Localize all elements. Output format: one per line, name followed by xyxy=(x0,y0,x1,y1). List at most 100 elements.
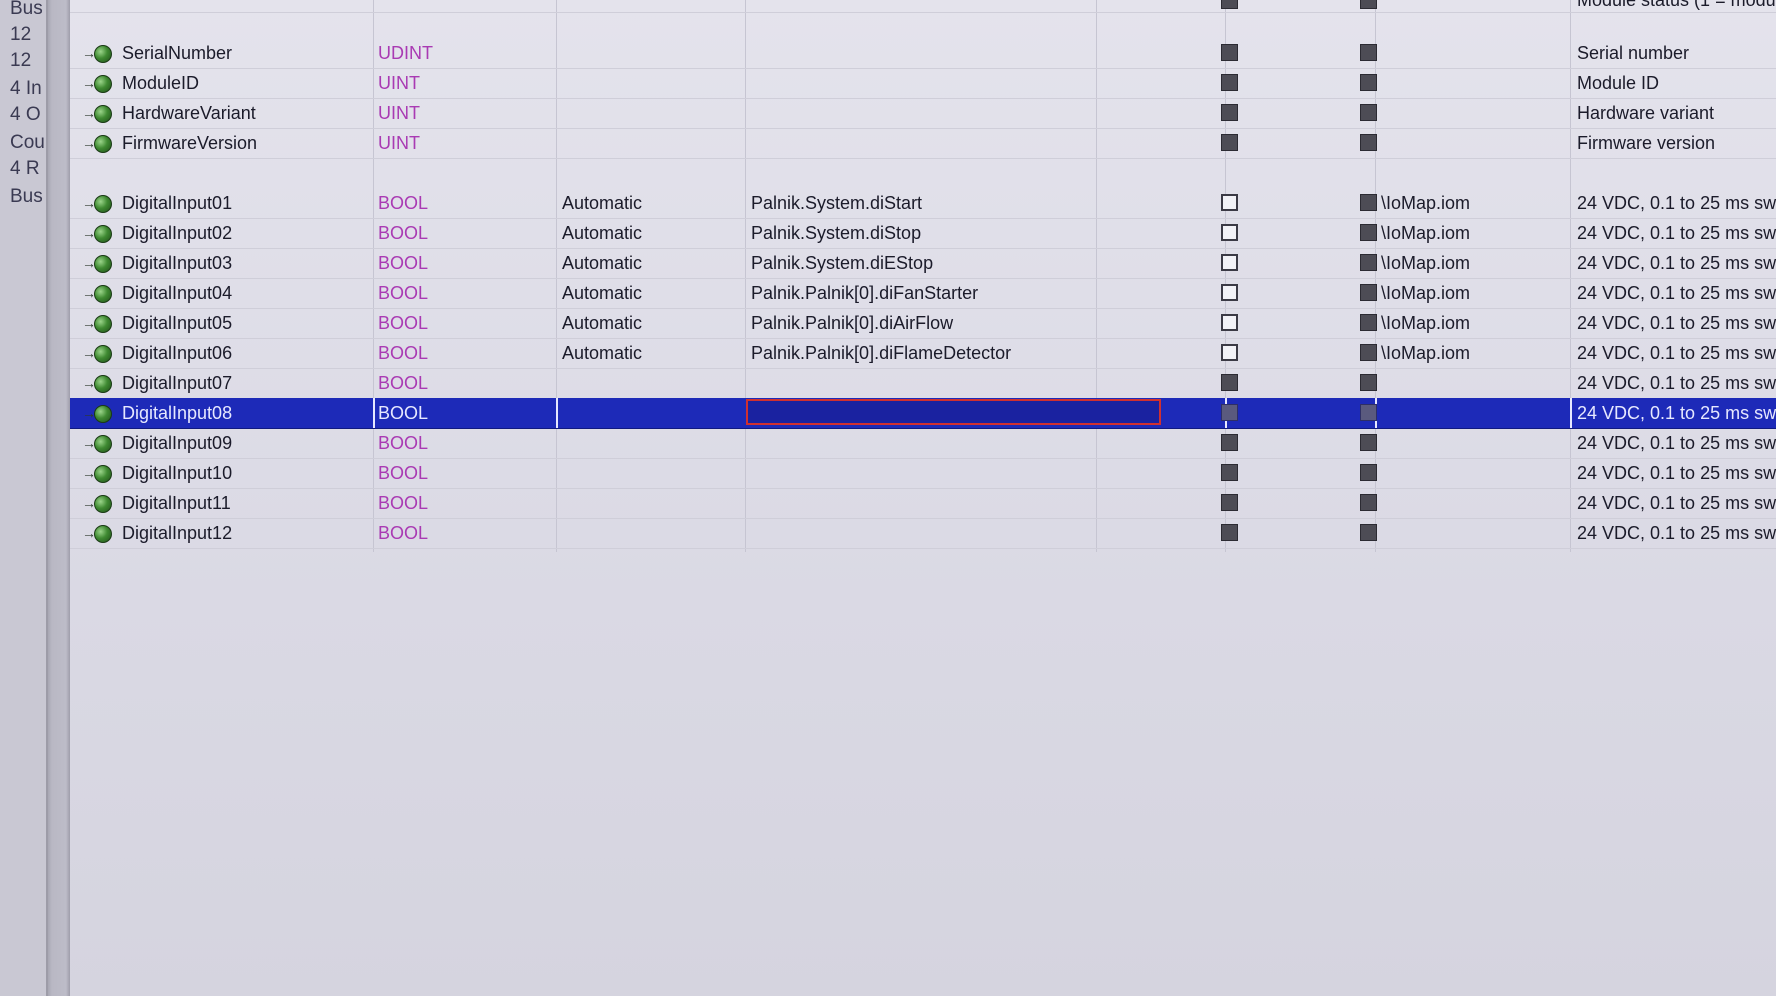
description-cell[interactable]: 24 VDC, 0.1 to 25 ms switc xyxy=(1577,248,1776,278)
tree-label[interactable]: 4 R xyxy=(10,158,40,180)
process-variable-cell[interactable] xyxy=(751,128,1091,158)
checkbox-force[interactable] xyxy=(1360,314,1377,331)
iomap-file-cell[interactable]: \IoMap.iom xyxy=(1381,248,1551,278)
mapping-mode-cell[interactable] xyxy=(562,68,727,98)
process-variable-cell[interactable] xyxy=(751,398,1091,428)
process-variable-cell[interactable] xyxy=(751,38,1091,68)
datatype-cell[interactable]: UINT xyxy=(378,128,528,158)
mapping-mode-cell[interactable] xyxy=(562,38,727,68)
tree-label[interactable]: Cou xyxy=(10,132,45,154)
process-variable-cell[interactable] xyxy=(751,98,1091,128)
channel-name-cell[interactable]: DigitalInput09 xyxy=(122,428,372,458)
channel-name-cell[interactable]: DigitalInput03 xyxy=(122,248,372,278)
description-cell[interactable]: 24 VDC, 0.1 to 25 ms switc xyxy=(1577,278,1776,308)
tree-label[interactable]: 4 In xyxy=(10,78,42,100)
datatype-cell[interactable]: BOOL xyxy=(378,308,528,338)
checkbox-force[interactable] xyxy=(1360,224,1377,241)
iomap-file-cell[interactable]: \IoMap.iom xyxy=(1381,278,1551,308)
checkbox-force[interactable] xyxy=(1360,434,1377,451)
description-cell[interactable]: Hardware variant xyxy=(1577,98,1776,128)
iomap-file-cell[interactable] xyxy=(1381,368,1551,398)
checkbox-force[interactable] xyxy=(1360,524,1377,541)
iomap-file-cell[interactable] xyxy=(1381,518,1551,548)
checkbox-simulate[interactable] xyxy=(1221,0,1238,9)
iomap-file-cell[interactable] xyxy=(1381,428,1551,458)
table-row[interactable]: → ModuleID UINT Module ID xyxy=(70,68,1776,99)
checkbox-simulate[interactable] xyxy=(1221,44,1238,61)
checkbox-simulate[interactable] xyxy=(1221,374,1238,391)
iomap-file-cell[interactable] xyxy=(1381,458,1551,488)
process-variable-cell[interactable] xyxy=(751,518,1091,548)
tree-label[interactable]: 12 xyxy=(10,24,31,46)
datatype-cell[interactable]: BOOL xyxy=(378,488,528,518)
checkbox-simulate[interactable] xyxy=(1221,194,1238,211)
checkbox-force[interactable] xyxy=(1360,404,1377,421)
datatype-cell[interactable]: BOOL xyxy=(378,218,528,248)
mapping-mode-cell[interactable] xyxy=(562,518,727,548)
iomap-file-cell[interactable]: \IoMap.iom xyxy=(1381,338,1551,368)
description-cell[interactable]: 24 VDC, 0.1 to 25 ms switc xyxy=(1577,488,1776,518)
channel-name-cell[interactable]: DigitalInput01 xyxy=(122,188,372,218)
channel-name-cell[interactable]: HardwareVariant xyxy=(122,98,372,128)
channel-name-cell[interactable]: DigitalInput07 xyxy=(122,368,372,398)
table-row[interactable]: → DigitalInput01 BOOL Automatic Palnik.Syste… xyxy=(70,188,1776,219)
checkbox-force[interactable] xyxy=(1360,344,1377,361)
iomap-file-cell[interactable]: \IoMap.iom xyxy=(1381,308,1551,338)
table-row[interactable]: → DigitalInput08 BOOL 24 VDC, 0.1 to 25 ms … xyxy=(70,398,1776,429)
channel-name-cell[interactable]: DigitalInput08 xyxy=(122,398,372,428)
process-variable-cell[interactable] xyxy=(751,368,1091,398)
channel-name-cell[interactable]: DigitalInput06 xyxy=(122,338,372,368)
mapping-mode-cell[interactable]: Automatic xyxy=(562,278,727,308)
process-variable-cell[interactable]: Palnik.System.diStop xyxy=(751,218,1091,248)
iomap-file-cell[interactable] xyxy=(1381,128,1551,158)
description-cell[interactable]: 24 VDC, 0.1 to 25 ms switc xyxy=(1577,458,1776,488)
process-variable-cell[interactable]: Palnik.Palnik[0].diAirFlow xyxy=(751,308,1091,338)
datatype-cell[interactable]: BOOL xyxy=(378,518,528,548)
table-row[interactable]: → HardwareVariant UINT Hardware variant xyxy=(70,98,1776,129)
checkbox-force[interactable] xyxy=(1360,44,1377,61)
checkbox-simulate[interactable] xyxy=(1221,404,1238,421)
process-variable-cell[interactable] xyxy=(751,68,1091,98)
mapping-mode-cell[interactable] xyxy=(562,368,727,398)
checkbox-simulate[interactable] xyxy=(1221,494,1238,511)
description-cell[interactable]: Firmware version xyxy=(1577,128,1776,158)
checkbox-force[interactable] xyxy=(1360,134,1377,151)
checkbox-force[interactable] xyxy=(1360,104,1377,121)
checkbox-force[interactable] xyxy=(1360,464,1377,481)
iomap-file-cell[interactable]: \IoMap.iom xyxy=(1381,218,1551,248)
table-row[interactable]: → DigitalInput02 BOOL Automatic Palnik.Syste… xyxy=(70,218,1776,249)
datatype-cell[interactable]: BOOL xyxy=(378,398,528,428)
mapping-mode-cell[interactable] xyxy=(562,458,727,488)
datatype-cell[interactable]: BOOL xyxy=(378,458,528,488)
checkbox-force[interactable] xyxy=(1360,74,1377,91)
description-cell[interactable]: 24 VDC, 0.1 to 25 ms switc xyxy=(1577,518,1776,548)
datatype-cell[interactable]: BOOL xyxy=(378,368,528,398)
channel-name-cell[interactable]: DigitalInput04 xyxy=(122,278,372,308)
checkbox-simulate[interactable] xyxy=(1221,224,1238,241)
checkbox-simulate[interactable] xyxy=(1221,254,1238,271)
process-variable-cell[interactable] xyxy=(751,458,1091,488)
process-variable-cell[interactable]: Palnik.System.diStart xyxy=(751,188,1091,218)
iomap-file-cell[interactable]: \IoMap.iom xyxy=(1381,188,1551,218)
table-row[interactable]: → DigitalInput11 BOOL 24 VDC, 0.1 to 25 ms … xyxy=(70,488,1776,519)
checkbox-simulate[interactable] xyxy=(1221,464,1238,481)
mapping-mode-cell[interactable]: Automatic xyxy=(562,338,727,368)
mapping-mode-cell[interactable]: Automatic xyxy=(562,248,727,278)
tree-label[interactable]: Bus xyxy=(10,0,43,20)
process-variable-cell[interactable]: Palnik.Palnik[0].diFlameDetector xyxy=(751,338,1091,368)
iomap-file-cell[interactable] xyxy=(1381,488,1551,518)
table-row[interactable]: → FirmwareVersion UINT Firmware version xyxy=(70,128,1776,159)
description-cell[interactable]: 24 VDC, 0.1 to 25 ms switc xyxy=(1577,368,1776,398)
checkbox-simulate[interactable] xyxy=(1221,314,1238,331)
table-row[interactable]: → SerialNumber UDINT Serial number xyxy=(70,38,1776,69)
description-cell[interactable]: Module ID xyxy=(1577,68,1776,98)
panel-splitter[interactable] xyxy=(48,0,70,996)
description-cell[interactable]: 24 VDC, 0.1 to 25 ms switc xyxy=(1577,398,1776,428)
channel-name-cell[interactable]: ModuleID xyxy=(122,68,372,98)
datatype-cell[interactable]: UINT xyxy=(378,98,528,128)
tree-label[interactable]: 4 O xyxy=(10,104,41,126)
channel-name-cell[interactable]: DigitalInput11 xyxy=(122,488,372,518)
checkbox-force[interactable] xyxy=(1360,374,1377,391)
description-cell[interactable]: 24 VDC, 0.1 to 25 ms switc xyxy=(1577,218,1776,248)
table-row[interactable]: → DigitalInput03 BOOL Automatic Palnik.Syste… xyxy=(70,248,1776,279)
